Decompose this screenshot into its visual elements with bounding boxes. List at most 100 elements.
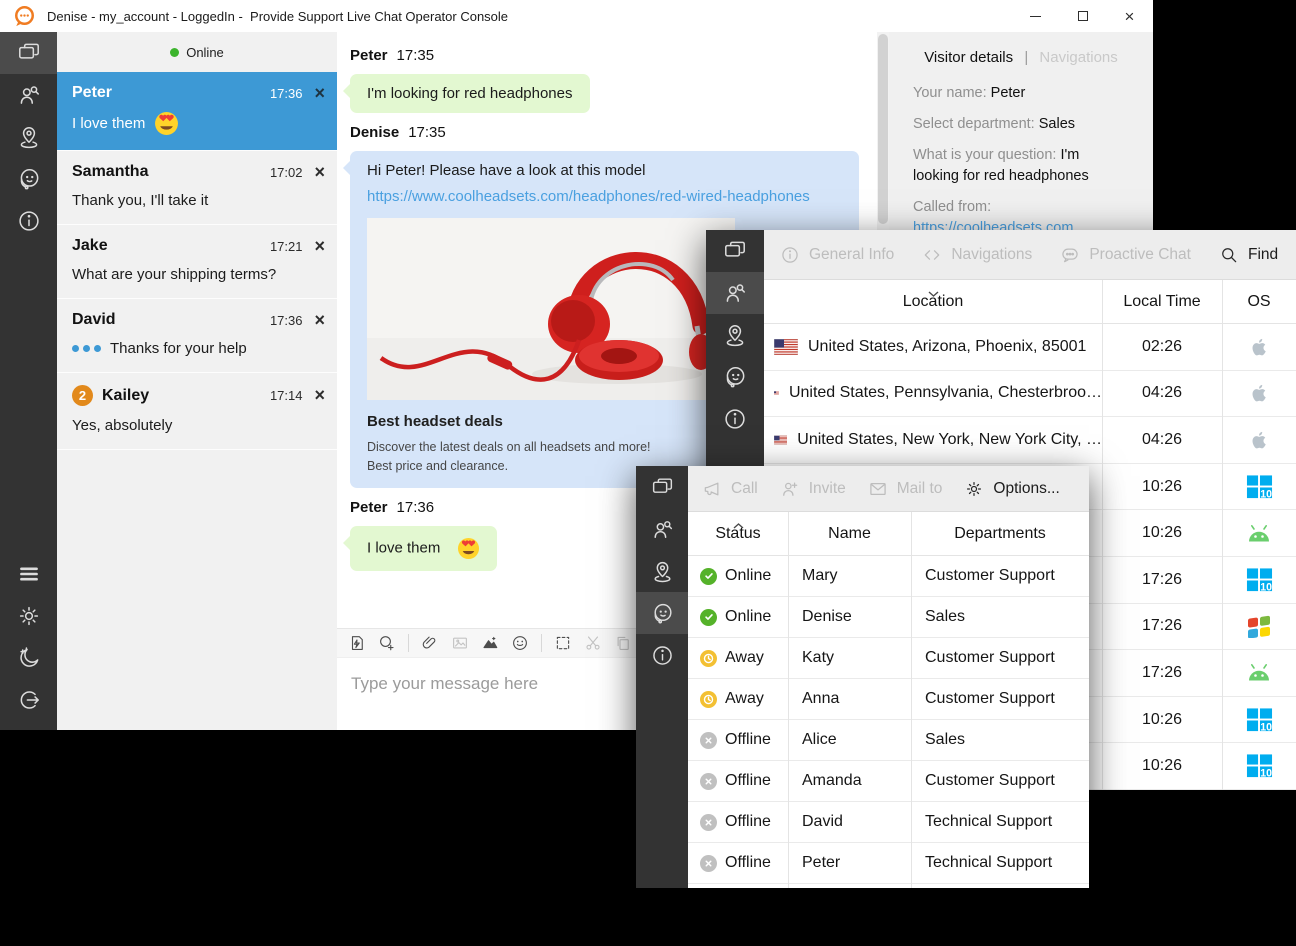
- sidebar-item-night-mode[interactable]: [0, 637, 57, 679]
- minimize-icon: [1030, 16, 1041, 17]
- field-value: Sales: [1039, 116, 1075, 132]
- visitor-local-time: 10:26: [1102, 757, 1222, 775]
- sidebar-item-visitors[interactable]: [636, 508, 688, 550]
- chat-list-item-kailey[interactable]: 2 Kailey 17:14 × Yes, absolutely: [57, 373, 337, 450]
- sidebar-item-operators[interactable]: [636, 592, 688, 634]
- sidebar-item-geo-location[interactable]: [706, 314, 764, 356]
- chats-icon: [650, 475, 675, 500]
- visitor-row[interactable]: United States, Pennsylvania, Chesterbroo…: [764, 371, 1296, 418]
- sidebar-footer: [0, 553, 57, 730]
- sidebar-item-geo-location[interactable]: [0, 116, 57, 158]
- attach-file-icon[interactable]: [421, 634, 439, 652]
- operator-row[interactable]: Away Anna Customer Support: [688, 679, 1089, 720]
- visitor-local-time: 04:26: [1102, 384, 1222, 402]
- toolbar-options[interactable]: Options...: [964, 479, 1059, 499]
- sidebar-item-info[interactable]: [706, 398, 764, 440]
- status-offline-icon: [700, 855, 717, 872]
- operator-row[interactable]: Away Katy Customer Support: [688, 638, 1089, 679]
- close-chat-icon[interactable]: ×: [314, 164, 325, 180]
- chat-list-item-david[interactable]: David 17:36 × Thanks for your help: [57, 299, 337, 373]
- sidebar-item-visitors[interactable]: [0, 74, 57, 116]
- visitors-icon: [722, 280, 748, 306]
- chat-list-item-jake[interactable]: Jake 17:21 × What are your shipping term…: [57, 225, 337, 299]
- column-header-name[interactable]: Name: [788, 525, 911, 543]
- canned-responses-icon[interactable]: [348, 634, 366, 652]
- scrollbar-thumb[interactable]: [878, 34, 888, 224]
- operator-name: Peter: [788, 854, 911, 872]
- message-author: Peter: [350, 499, 388, 516]
- chat-list-item-samantha[interactable]: Samantha 17:02 × Thank you, I'll take it: [57, 151, 337, 225]
- typing-indicator-icon: [72, 345, 101, 352]
- insert-image-icon[interactable]: [451, 634, 469, 652]
- toolbar-label: General Info: [809, 246, 894, 264]
- main-sidebar: [0, 32, 57, 730]
- toolbar-proactive-chat[interactable]: Proactive Chat: [1060, 245, 1191, 265]
- operator-row[interactable]: Offline Peter Technical Support: [688, 843, 1089, 884]
- sidebar-item-chats[interactable]: [706, 230, 764, 272]
- sidebar-item-logout[interactable]: [0, 679, 57, 721]
- copy-icon[interactable]: [614, 634, 632, 652]
- select-area-icon[interactable]: [554, 634, 572, 652]
- cut-icon[interactable]: [584, 634, 602, 652]
- sidebar-item-chats[interactable]: [0, 32, 57, 74]
- operator-status-bar[interactable]: Online: [57, 32, 337, 72]
- toolbar-find[interactable]: Find: [1219, 245, 1278, 265]
- visitors-toolbar: General Info Navigations Proactive Chat …: [764, 230, 1296, 280]
- toolbar-call[interactable]: Call: [702, 479, 758, 499]
- message-author: Peter: [350, 47, 388, 64]
- sidebar-item-info[interactable]: [636, 634, 688, 676]
- emoji-icon[interactable]: [511, 634, 529, 652]
- sidebar-item-operators[interactable]: [706, 356, 764, 398]
- status-offline-icon: [700, 814, 717, 831]
- close-button[interactable]: ×: [1106, 0, 1153, 32]
- toolbar-mail-to[interactable]: Mail to: [868, 479, 943, 499]
- night-mode-icon: [16, 645, 42, 671]
- operator-status: Online: [725, 567, 771, 585]
- sidebar-item-operators[interactable]: [0, 158, 57, 200]
- operator-department: Technical Support: [911, 854, 1089, 872]
- svg-text:10: 10: [1260, 768, 1272, 779]
- sidebar-item-settings[interactable]: [0, 595, 57, 637]
- sidebar-item-geo-location[interactable]: [636, 550, 688, 592]
- maximize-button[interactable]: [1059, 0, 1106, 32]
- column-header-os[interactable]: OS: [1222, 293, 1296, 311]
- column-header-local-time[interactable]: Local Time: [1102, 293, 1222, 311]
- sidebar-item-menu[interactable]: [0, 553, 57, 595]
- sidebar-item-visitors[interactable]: [706, 272, 764, 314]
- operator-row[interactable]: Online Denise Sales: [688, 597, 1089, 638]
- windows10-icon: 10: [1246, 567, 1273, 593]
- send-screenshot-icon[interactable]: [481, 634, 499, 652]
- operator-row[interactable]: Offline David Technical Support: [688, 802, 1089, 843]
- chat-preview: Thanks for your help: [110, 340, 247, 357]
- close-chat-icon[interactable]: ×: [314, 387, 325, 403]
- operator-status: Offline: [725, 731, 771, 749]
- operator-name: Amanda: [788, 772, 911, 790]
- chat-list-item-peter[interactable]: Peter 17:36 × I love them: [57, 72, 337, 151]
- operator-row[interactable]: Offline Alice Sales: [688, 720, 1089, 761]
- close-chat-icon[interactable]: ×: [314, 238, 325, 254]
- column-header-departments[interactable]: Departments: [911, 525, 1089, 543]
- titlebar[interactable]: Denise - my_account - LoggedIn - Provide…: [0, 0, 1153, 32]
- us-flag-icon: [774, 385, 779, 401]
- column-header-location[interactable]: Location: [764, 293, 1102, 311]
- toolbar-invite[interactable]: Invite: [780, 479, 846, 499]
- toolbar-navigations[interactable]: Navigations: [922, 245, 1032, 265]
- tab-visitor-details[interactable]: Visitor details: [924, 49, 1013, 66]
- operator-row[interactable]: Offline Amanda Customer Support: [688, 761, 1089, 802]
- visitor-row[interactable]: United States, New York, New York City, …: [764, 417, 1296, 464]
- close-chat-icon[interactable]: ×: [314, 85, 325, 101]
- minimize-button[interactable]: [1012, 0, 1059, 32]
- close-chat-icon[interactable]: ×: [314, 312, 325, 328]
- toolbar-general-info[interactable]: General Info: [780, 245, 894, 265]
- sidebar-item-info[interactable]: [0, 200, 57, 242]
- visitor-row[interactable]: United States, Arizona, Phoenix, 85001 0…: [764, 324, 1296, 371]
- info-icon: [722, 406, 748, 432]
- message-link[interactable]: https://www.coolheadsets.com/headphones/…: [367, 188, 842, 205]
- operator-row[interactable]: Online Mary Customer Support: [688, 556, 1089, 597]
- operators-table: Status Name Departments Online Mary Cust…: [688, 512, 1089, 888]
- chat-list: Online Peter 17:36 × I love them Samanth…: [57, 32, 337, 730]
- sidebar-item-chats[interactable]: [636, 466, 688, 508]
- tab-navigations[interactable]: Navigations: [1039, 49, 1117, 66]
- column-header-status[interactable]: Status: [688, 525, 788, 543]
- add-canned-response-icon[interactable]: [378, 634, 396, 652]
